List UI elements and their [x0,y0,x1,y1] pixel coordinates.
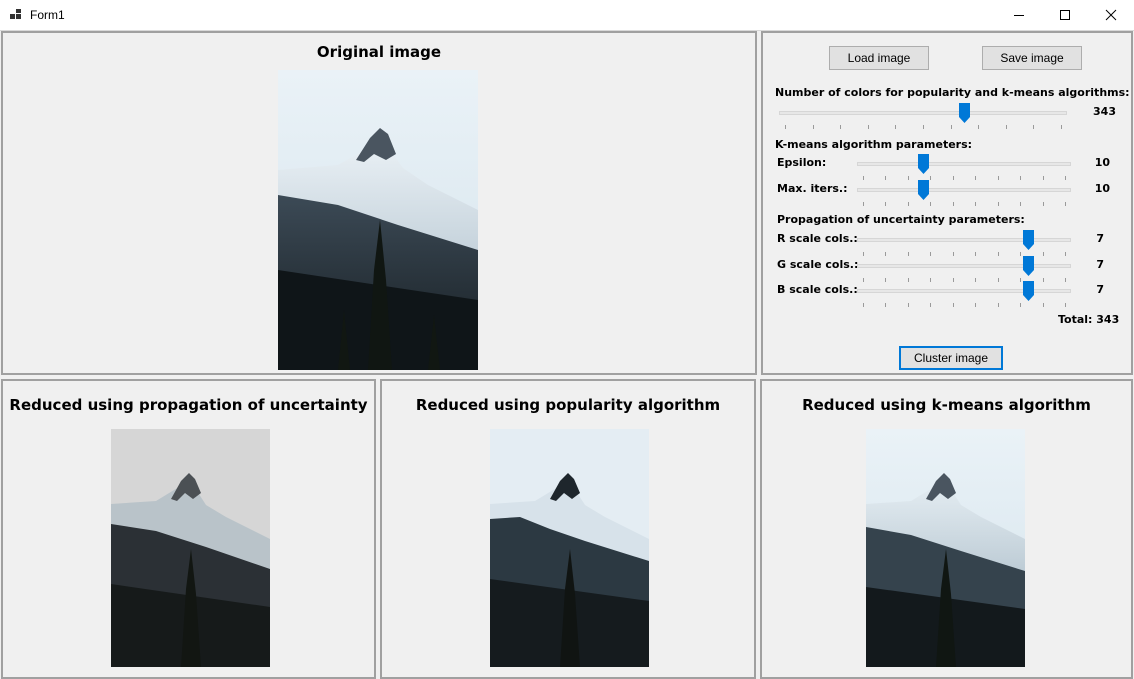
slider-track [857,162,1071,166]
kmeans-heading: K-means algorithm parameters: [775,138,973,151]
r-scale-value: 7 [1096,232,1104,245]
uncertainty-title: Reduced using propagation of uncertainty [9,396,368,414]
slider-track [857,188,1071,192]
slider-ticks [857,303,1071,307]
b-scale-slider[interactable] [857,281,1071,317]
original-image [278,70,478,370]
g-scale-slider[interactable] [857,256,1071,292]
kmeans-panel: Reduced using k-means algorithm [760,379,1133,679]
slider-track [857,238,1071,242]
max-iters-label: Max. iters.: [777,182,848,195]
popularity-image [490,429,649,667]
popularity-panel: Reduced using popularity algorithm [380,379,756,679]
slider-ticks [779,125,1067,129]
r-scale-slider[interactable] [857,230,1071,266]
cluster-image-button[interactable]: Cluster image [899,346,1003,370]
minimize-button[interactable] [996,0,1042,30]
slider-ticks [857,202,1071,206]
popularity-title: Reduced using popularity algorithm [415,396,721,414]
uncertainty-heading: Propagation of uncertainty parameters: [777,213,1025,226]
slider-thumb[interactable] [1023,281,1034,301]
b-scale-value: 7 [1096,283,1104,296]
slider-thumb[interactable] [918,154,929,174]
close-icon [1105,9,1117,21]
slider-track [857,264,1071,268]
slider-thumb[interactable] [1023,230,1034,250]
close-button[interactable] [1088,0,1134,30]
slider-thumb[interactable] [1023,256,1034,276]
max-iters-slider[interactable] [857,180,1071,216]
slider-track [857,289,1071,293]
slider-track [779,111,1067,115]
controls-panel: Load image Save image Number of colors f… [761,31,1133,375]
maximize-icon [1060,10,1070,20]
total-colors-label: Total: 343 [1058,313,1120,326]
original-image-title: Original image [316,43,442,61]
window-title: Form1 [30,8,65,22]
kmeans-image [866,429,1025,667]
maximize-button[interactable] [1042,0,1088,30]
g-scale-value: 7 [1096,258,1104,271]
title-bar: Form1 [0,0,1134,31]
load-image-button[interactable]: Load image [829,46,929,70]
colors-heading: Number of colors for popularity and k-me… [775,86,1130,99]
r-scale-label: R scale cols.: [777,232,858,245]
slider-thumb[interactable] [959,103,970,123]
slider-ticks [857,278,1071,282]
app-form-icon [10,9,22,21]
colors-slider[interactable] [779,103,1067,139]
colors-value: 343 [1093,105,1116,118]
max-iters-value: 10 [1094,182,1110,195]
original-image-panel: Original image [1,31,757,375]
slider-ticks [857,252,1071,256]
slider-thumb[interactable] [918,180,929,200]
epsilon-slider[interactable] [857,154,1071,190]
g-scale-label: G scale cols.: [777,258,859,271]
minimize-icon [1014,15,1024,16]
b-scale-label: B scale cols.: [777,283,858,296]
slider-ticks [857,176,1071,180]
kmeans-title: Reduced using k-means algorithm [802,396,1091,414]
uncertainty-image [111,429,270,667]
epsilon-value: 10 [1094,156,1110,169]
epsilon-label: Epsilon: [777,156,827,169]
uncertainty-panel: Reduced using propagation of uncertainty [1,379,376,679]
save-image-button[interactable]: Save image [982,46,1082,70]
